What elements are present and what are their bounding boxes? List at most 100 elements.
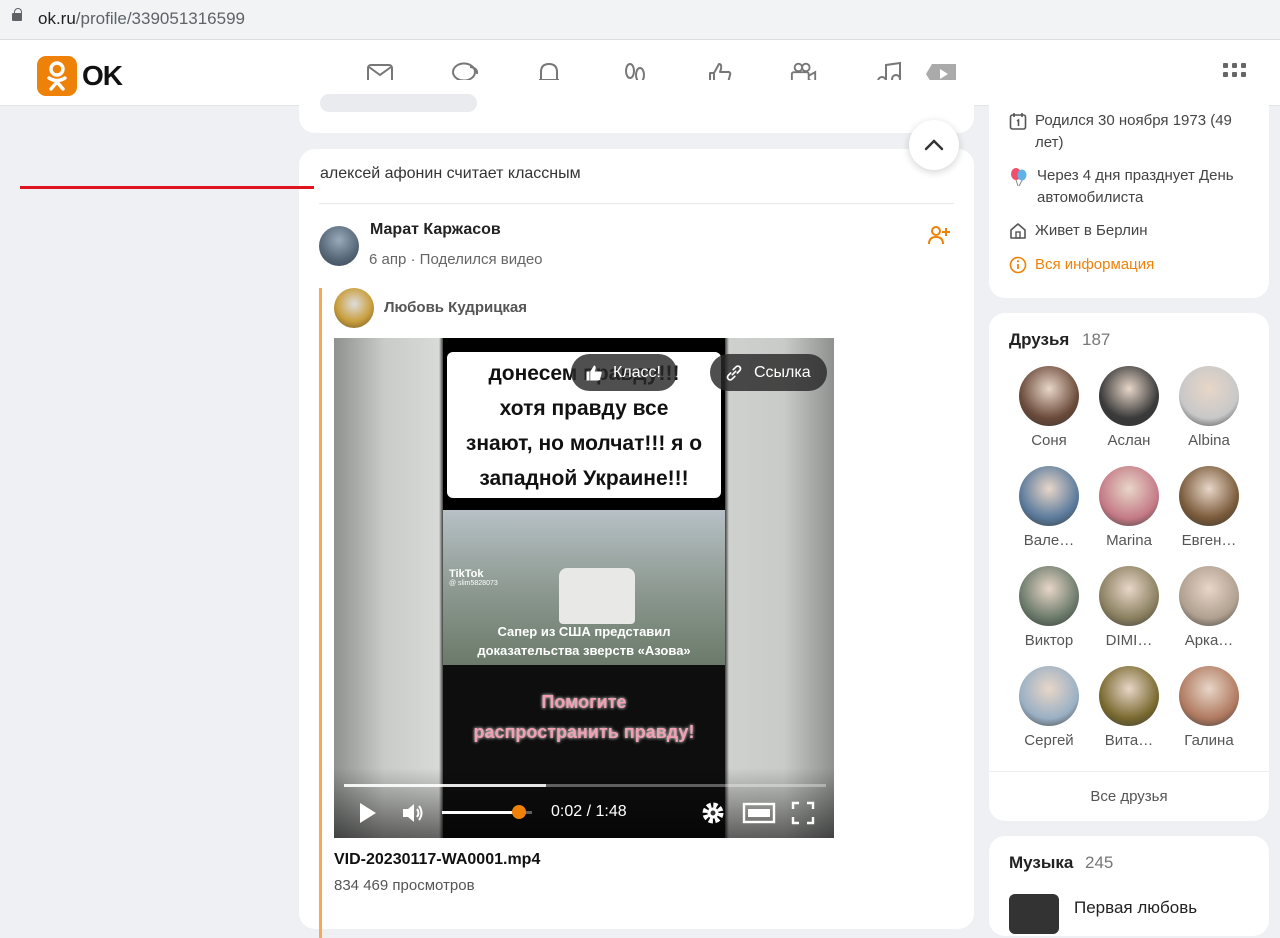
video-scene-text: Сапер из США представил доказательства з… — [477, 624, 691, 658]
friend-item[interactable]: Albina — [1171, 366, 1247, 449]
friend-avatar[interactable] — [1179, 566, 1239, 626]
holiday-row: Через 4 дня празднует День автомобилиста — [1009, 165, 1249, 209]
friend-name[interactable]: Albina — [1171, 432, 1247, 449]
friend-name[interactable]: Marina — [1091, 532, 1167, 549]
post-date[interactable]: 6 апр — [369, 251, 406, 268]
friend-avatar[interactable] — [1019, 466, 1079, 526]
author-avatar[interactable] — [319, 226, 359, 266]
post-action: Поделился видео — [419, 251, 543, 268]
friend-name[interactable]: Галина — [1171, 732, 1247, 749]
all-friends-link[interactable]: Все друзья — [989, 788, 1269, 805]
friend-name[interactable]: Виктор — [1011, 632, 1087, 649]
friends-title[interactable]: Друзья — [1009, 330, 1069, 350]
friend-name[interactable]: Вале… — [1011, 532, 1087, 549]
friends-card: Друзья 187 Соня Аслан Albina Вале… Marin… — [989, 313, 1269, 821]
friend-item[interactable]: Сергей — [1011, 666, 1087, 749]
settings-gear-icon[interactable] — [700, 800, 726, 826]
friend-avatar[interactable] — [1099, 666, 1159, 726]
video-player[interactable]: донесем правду!!! хотя правду все знают,… — [334, 338, 834, 838]
ok-logo-icon[interactable] — [37, 56, 77, 96]
video-progress-bar[interactable] — [344, 784, 826, 787]
track-cover[interactable] — [1009, 894, 1059, 934]
birthday-row: Родился 30 ноября 1973 (49 лет) — [1009, 110, 1249, 154]
video-title[interactable]: VID-20230117-WA0001.mp4 — [334, 851, 540, 869]
friend-item[interactable]: Marina — [1091, 466, 1167, 549]
thumb-up-icon — [586, 365, 602, 380]
friend-avatar[interactable] — [1179, 666, 1239, 726]
calendar-icon — [1009, 112, 1027, 130]
friend-avatar[interactable] — [1179, 366, 1239, 426]
friend-name[interactable]: Арка… — [1171, 632, 1247, 649]
volume-icon[interactable] — [400, 800, 426, 826]
repost-accent-bar — [319, 288, 322, 938]
friend-item[interactable]: Аслан — [1091, 366, 1167, 449]
balloons-icon — [1009, 167, 1029, 187]
previous-post-button[interactable] — [320, 94, 477, 112]
friend-avatar[interactable] — [1099, 466, 1159, 526]
friend-avatar[interactable] — [1019, 666, 1079, 726]
friend-name[interactable]: Аслан — [1091, 432, 1167, 449]
fullscreen-icon[interactable] — [790, 800, 816, 826]
friend-item[interactable]: Арка… — [1171, 566, 1247, 649]
class-like-label: Класс! — [613, 363, 661, 381]
video-progress-fill — [344, 784, 547, 787]
divider — [989, 771, 1269, 772]
video-frame: донесем правду!!! хотя правду все знают,… — [443, 338, 725, 838]
friend-name[interactable]: Соня — [1011, 432, 1087, 449]
friend-item[interactable]: Вита… — [1091, 666, 1167, 749]
divider — [319, 203, 954, 204]
chevron-up-icon — [924, 139, 944, 151]
friend-avatar[interactable] — [1099, 566, 1159, 626]
friend-item[interactable]: Евген… — [1171, 466, 1247, 549]
friends-count: 187 — [1082, 330, 1111, 349]
url-text[interactable]: ok.ru/profile/339051316599 — [38, 9, 245, 29]
friend-name[interactable]: Вита… — [1091, 732, 1167, 749]
friend-name[interactable]: Сергей — [1011, 732, 1087, 749]
tiktok-watermark: TikTok @ slim5828073 — [449, 568, 498, 587]
location-row: Живет в Берлин — [1009, 220, 1249, 242]
music-count: 245 — [1085, 853, 1114, 872]
video-controls: 0:02 / 1:48 — [334, 768, 834, 838]
friend-name[interactable]: Евген… — [1171, 532, 1247, 549]
copy-link-button[interactable]: Ссылка — [710, 354, 827, 391]
info-icon — [1009, 256, 1027, 274]
link-icon — [726, 364, 742, 381]
feed-post-card: алексей афонин считает классным Марат Ка… — [299, 149, 974, 938]
location-text: Живет в Берлин — [1035, 222, 1148, 239]
friend-item[interactable]: Галина — [1171, 666, 1247, 749]
volume-knob[interactable] — [511, 805, 526, 819]
play-icon[interactable] — [354, 800, 380, 826]
all-info-row[interactable]: Вся информация — [1009, 254, 1249, 276]
add-friend-icon[interactable] — [927, 223, 951, 247]
theater-mode-icon[interactable] — [742, 800, 776, 826]
video-help-text: Помогите распространить правду! — [473, 692, 695, 742]
friend-avatar[interactable] — [1019, 366, 1079, 426]
video-views: 834 469 просмотров — [334, 877, 475, 894]
friend-item[interactable]: Виктор — [1011, 566, 1087, 649]
logo-text[interactable]: OK — [82, 60, 123, 92]
event-text[interactable]: алексей афонин считает классным — [320, 165, 581, 183]
all-info-link[interactable]: Вся информация — [1035, 254, 1154, 276]
author-name[interactable]: Марат Каржасов — [370, 221, 501, 239]
track-name[interactable]: Первая любовь — [1074, 898, 1197, 918]
music-card: Музыка 245 Первая любовь — [989, 836, 1269, 936]
friend-avatar[interactable] — [1179, 466, 1239, 526]
original-author-avatar[interactable] — [334, 288, 374, 328]
browser-address-bar[interactable]: ok.ru/profile/339051316599 — [0, 0, 1280, 40]
holiday-text: Через 4 дня празднует День автомобилиста — [1037, 167, 1234, 206]
event-underline — [20, 186, 314, 189]
music-title[interactable]: Музыка — [1009, 853, 1073, 873]
scroll-to-top-button[interactable] — [909, 120, 959, 170]
friend-name[interactable]: DIMI… — [1091, 632, 1167, 649]
original-author-name[interactable]: Любовь Кудрицкая — [384, 299, 527, 316]
friend-item[interactable]: Соня — [1011, 366, 1087, 449]
volume-fill — [442, 811, 519, 814]
friend-avatar[interactable] — [1019, 566, 1079, 626]
friend-item[interactable]: DIMI… — [1091, 566, 1167, 649]
friend-item[interactable]: Вале… — [1011, 466, 1087, 549]
volume-slider[interactable] — [442, 805, 532, 819]
class-like-button[interactable]: Класс! — [571, 354, 677, 391]
video-time: 0:02 / 1:48 — [551, 803, 627, 820]
friend-avatar[interactable] — [1099, 366, 1159, 426]
home-icon — [1009, 222, 1027, 240]
